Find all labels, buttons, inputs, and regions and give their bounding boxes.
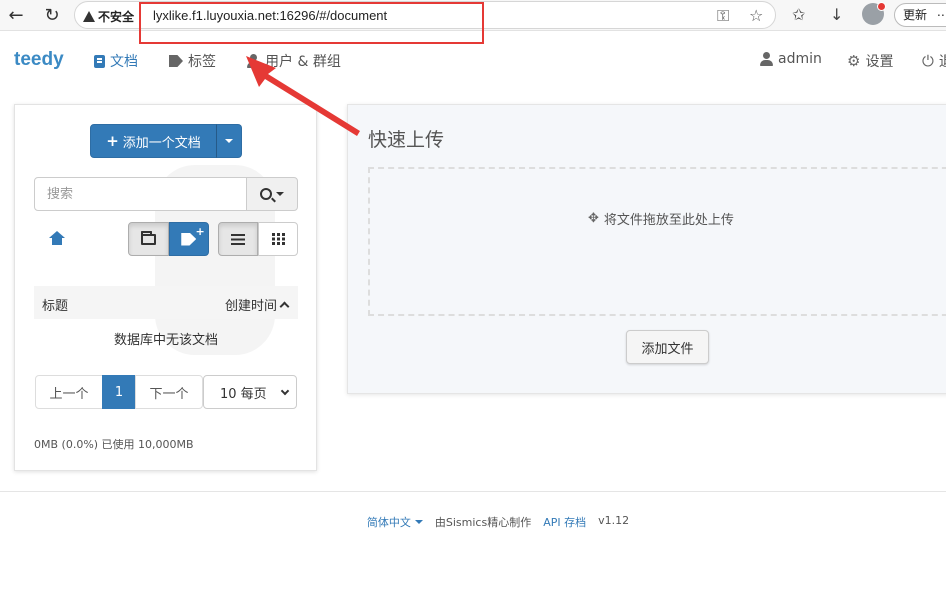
grid-icon [271, 233, 285, 245]
footer: 简体中文 由Sismics精心制作 API 存档 v1.12 [0, 514, 946, 530]
plus-icon: + [106, 132, 119, 150]
folder-open-icon [140, 230, 156, 245]
caret-down-icon [414, 520, 423, 524]
favorites-icon[interactable]: ✩ [792, 5, 805, 24]
grid-view-button[interactable] [258, 222, 298, 256]
more-icon[interactable]: ⋯ [937, 8, 946, 22]
back-icon[interactable]: ← [4, 4, 28, 26]
nav-documents[interactable]: 文档 [94, 51, 138, 71]
version-label: v1.12 [598, 514, 630, 527]
quick-upload-title: 快速上传 [368, 129, 445, 151]
folder-view-button[interactable] [128, 222, 169, 256]
column-created-date[interactable]: 创建时间 [225, 295, 290, 314]
move-icon: ✥ [588, 211, 599, 226]
app-navbar: teedy 文档 标签 用户 & 群组 admin ⚙ 设置 ⏻ 退 [0, 40, 946, 80]
sort-ascending-icon [279, 301, 290, 312]
view-mode-group: + [128, 222, 209, 256]
home-icon[interactable] [49, 231, 65, 245]
list-icon [231, 233, 245, 245]
empty-list-message: 数据库中无该文档 [113, 333, 218, 348]
brand-logo[interactable]: teedy [14, 49, 64, 71]
power-icon: ⏻ [922, 51, 934, 70]
user-icon [760, 52, 773, 66]
credit-link[interactable]: 由Sismics精心制作 [435, 516, 531, 529]
add-file-button[interactable]: 添加文件 [626, 330, 709, 364]
chevron-down-icon [280, 386, 290, 395]
downloads-icon[interactable]: ↓ [830, 5, 843, 24]
footer-divider [0, 491, 946, 492]
pagination: 上一个 1 下一个 [35, 375, 203, 409]
tag-plus-icon [181, 232, 197, 246]
nav-users-groups[interactable]: 用户 & 群组 [247, 51, 341, 71]
nav-settings[interactable]: ⚙ 设置 [847, 51, 893, 71]
profile-avatar[interactable] [862, 2, 886, 25]
update-button[interactable]: 更新 ⋯ [894, 3, 946, 27]
document-list-panel: + 添加一个文档 + 标题 创建时间 数据库中无该文档 上一个 [14, 104, 317, 471]
search-input[interactable] [34, 177, 247, 211]
next-page-button[interactable]: 下一个 [135, 375, 203, 409]
api-docs-link[interactable]: API 存档 [543, 514, 586, 530]
per-page-select[interactable]: 10 每页 [203, 375, 297, 409]
file-dropzone[interactable]: ✥ 将文件拖放至此处上传 [368, 167, 946, 316]
nav-tags[interactable]: 标签 [169, 51, 216, 71]
annotation-highlight-box [139, 2, 484, 44]
tag-view-button[interactable]: + [168, 222, 209, 256]
search-button[interactable] [246, 177, 298, 211]
credit-text: 由Sismics精心制作 [435, 514, 531, 530]
caret-down-icon [225, 139, 233, 143]
favorite-star-icon[interactable]: ☆ [749, 6, 763, 25]
key-icon[interactable]: ⚿ [717, 6, 729, 26]
document-table-header: 标题 创建时间 [34, 286, 298, 319]
quick-upload-panel: 快速上传 ✥ 将文件拖放至此处上传 添加文件 [347, 104, 946, 394]
warning-icon [83, 11, 95, 22]
add-document-dropdown[interactable] [216, 124, 242, 158]
gear-icon: ⚙ [847, 51, 861, 70]
security-indicator[interactable]: 不安全 [83, 8, 134, 25]
search-icon [260, 188, 272, 200]
tags-icon [169, 55, 183, 67]
nav-logout[interactable]: ⏻ 退 [922, 51, 946, 71]
user-icon [247, 54, 260, 68]
drop-hint: ✥ 将文件拖放至此处上传 [588, 211, 734, 228]
caret-down-icon [276, 192, 284, 196]
book-icon [94, 54, 105, 68]
storage-quota: 0MB (0.0%) 已使用 10,000MB [34, 438, 194, 451]
language-selector[interactable]: 简体中文 [367, 514, 423, 530]
page-1-button[interactable]: 1 [102, 375, 136, 409]
reload-icon[interactable]: ↻ [40, 4, 64, 26]
display-mode-group [218, 222, 298, 256]
nav-user-account[interactable]: admin [760, 51, 822, 67]
list-view-button[interactable] [218, 222, 258, 256]
column-title[interactable]: 标题 [42, 295, 68, 314]
add-document-button[interactable]: + 添加一个文档 [90, 124, 217, 158]
prev-page-button[interactable]: 上一个 [35, 375, 103, 409]
